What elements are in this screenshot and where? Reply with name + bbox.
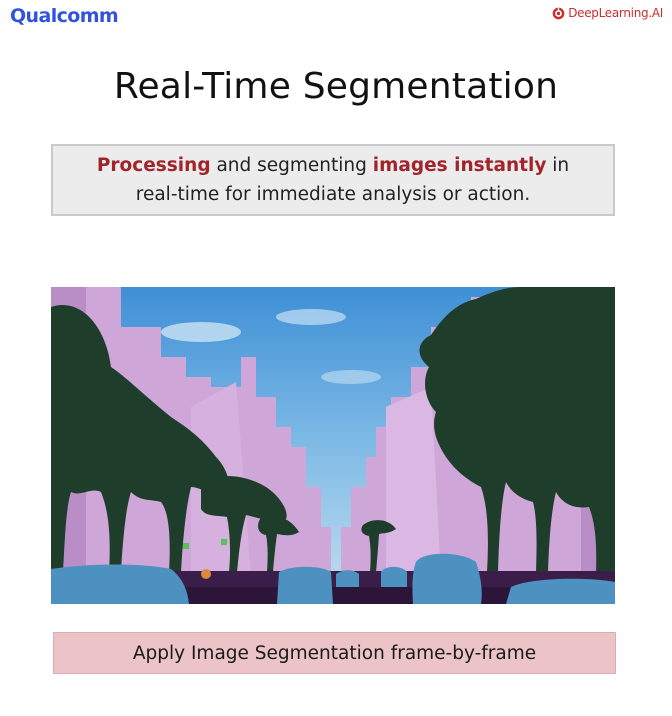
description-highlight-images-instantly: images instantly bbox=[372, 155, 547, 176]
segmentation-image bbox=[51, 287, 615, 604]
caption-box: Apply Image Segmentation frame-by-frame bbox=[53, 632, 616, 674]
description-text-in: in bbox=[546, 155, 570, 176]
deeplearning-ai-icon bbox=[552, 7, 565, 19]
description-box: Processing and segmenting images instant… bbox=[51, 144, 615, 216]
deeplearning-ai-logo: DeepLearning.AI bbox=[552, 6, 663, 20]
description-line-1: Processing and segmenting images instant… bbox=[97, 151, 569, 180]
page-title: Real-Time Segmentation bbox=[113, 66, 559, 107]
qualcomm-logo: Qualcomm bbox=[10, 5, 119, 27]
caption-text: Apply Image Segmentation frame-by-frame bbox=[132, 642, 537, 664]
description-text-segment: and segmenting bbox=[210, 155, 373, 176]
segmented-street-scene-image bbox=[51, 287, 615, 604]
description-highlight-processing: Processing bbox=[96, 155, 211, 176]
deeplearning-ai-text: DeepLearning.AI bbox=[568, 6, 663, 20]
description-line-2: real-time for immediate analysis or acti… bbox=[135, 184, 531, 205]
